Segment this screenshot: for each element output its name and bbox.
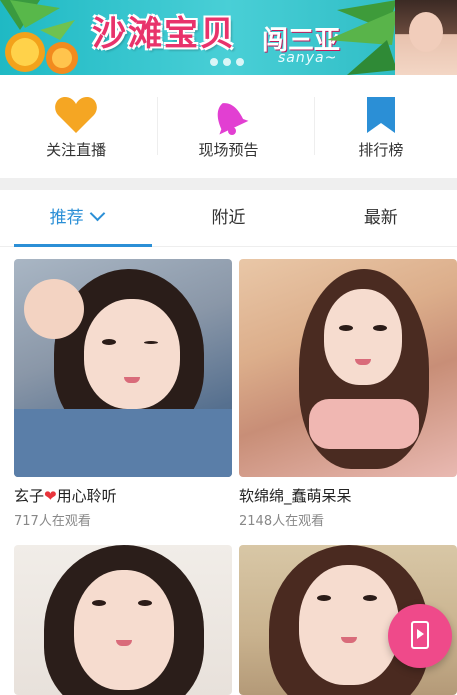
- section-gap: [0, 178, 457, 190]
- face-shape: [324, 289, 402, 385]
- eye-shape: [92, 600, 106, 606]
- top-shape: [309, 399, 419, 449]
- ranking-button[interactable]: 排行榜: [305, 75, 457, 178]
- phone-play-icon: [411, 621, 429, 649]
- eye-shape: [339, 325, 353, 331]
- tab-nearby-label: 附近: [211, 208, 246, 228]
- stream-card[interactable]: 玄子❤用心聆听 717人在观看: [14, 259, 232, 529]
- start-live-button[interactable]: [388, 604, 452, 668]
- bell-icon: [218, 103, 249, 135]
- live-preview-button[interactable]: 现场预告: [152, 75, 304, 178]
- eye-shape: [373, 325, 387, 331]
- ranking-label: 排行榜: [358, 141, 404, 159]
- jacket-shape: [14, 409, 232, 477]
- quick-menu: 关注直播 现场预告 排行榜: [0, 75, 457, 178]
- eye-shape: [144, 341, 158, 344]
- bookmark-icon: [366, 97, 395, 133]
- carousel-dot[interactable]: [236, 58, 244, 66]
- heart-icon: [55, 97, 98, 133]
- fruit-decoration: [0, 0, 78, 74]
- divider: [314, 97, 315, 155]
- tab-nearby[interactable]: 附近: [152, 190, 304, 246]
- follow-live-button[interactable]: 关注直播: [0, 75, 152, 178]
- stream-card[interactable]: 软绵绵_蠢萌呆呆 2148人在观看: [239, 259, 457, 529]
- model-face: [409, 12, 443, 52]
- stream-title-part: 用心聆听: [56, 487, 117, 505]
- face-shape: [74, 570, 174, 690]
- tab-latest[interactable]: 最新: [305, 190, 457, 246]
- banner-model-photo: [395, 0, 457, 75]
- stream-card[interactable]: [14, 545, 232, 695]
- eye-shape: [102, 339, 116, 345]
- tab-recommended[interactable]: 推荐: [0, 190, 153, 247]
- eye-shape: [363, 595, 377, 601]
- carousel-dot[interactable]: [223, 58, 231, 66]
- tab-latest-label: 最新: [363, 208, 398, 228]
- tab-recommended-label: 推荐: [49, 208, 84, 228]
- stream-title-part: 玄子: [14, 487, 45, 505]
- palm-decoration: [327, 0, 397, 75]
- stream-thumbnail[interactable]: [239, 259, 457, 477]
- viewer-count: 2148人在观看: [239, 514, 325, 529]
- viewer-count: 717人在观看: [14, 514, 91, 529]
- follow-live-label: 关注直播: [46, 141, 107, 159]
- stream-title: 软绵绵_蠢萌呆呆: [239, 487, 352, 505]
- heart-icon: ❤: [44, 487, 57, 505]
- divider: [157, 97, 158, 155]
- tab-bar: 推荐 附近 最新: [0, 190, 457, 247]
- banner-title: 沙滩宝贝: [92, 14, 236, 54]
- hand-shape: [24, 279, 84, 339]
- face-shape: [299, 565, 399, 685]
- carousel-dot[interactable]: [210, 58, 218, 66]
- stream-thumbnail[interactable]: [14, 259, 232, 477]
- stream-thumbnail[interactable]: [14, 545, 232, 695]
- stream-title: 玄子❤用心聆听: [14, 485, 232, 506]
- promo-banner[interactable]: 沙滩宝贝 闯三亚 sanya~: [0, 0, 457, 75]
- live-preview-label: 现场预告: [198, 141, 259, 159]
- chevron-down-icon: [89, 205, 105, 222]
- eye-shape: [317, 595, 331, 601]
- carousel-dots[interactable]: [210, 58, 244, 66]
- face-shape: [84, 299, 180, 409]
- eye-shape: [138, 600, 152, 606]
